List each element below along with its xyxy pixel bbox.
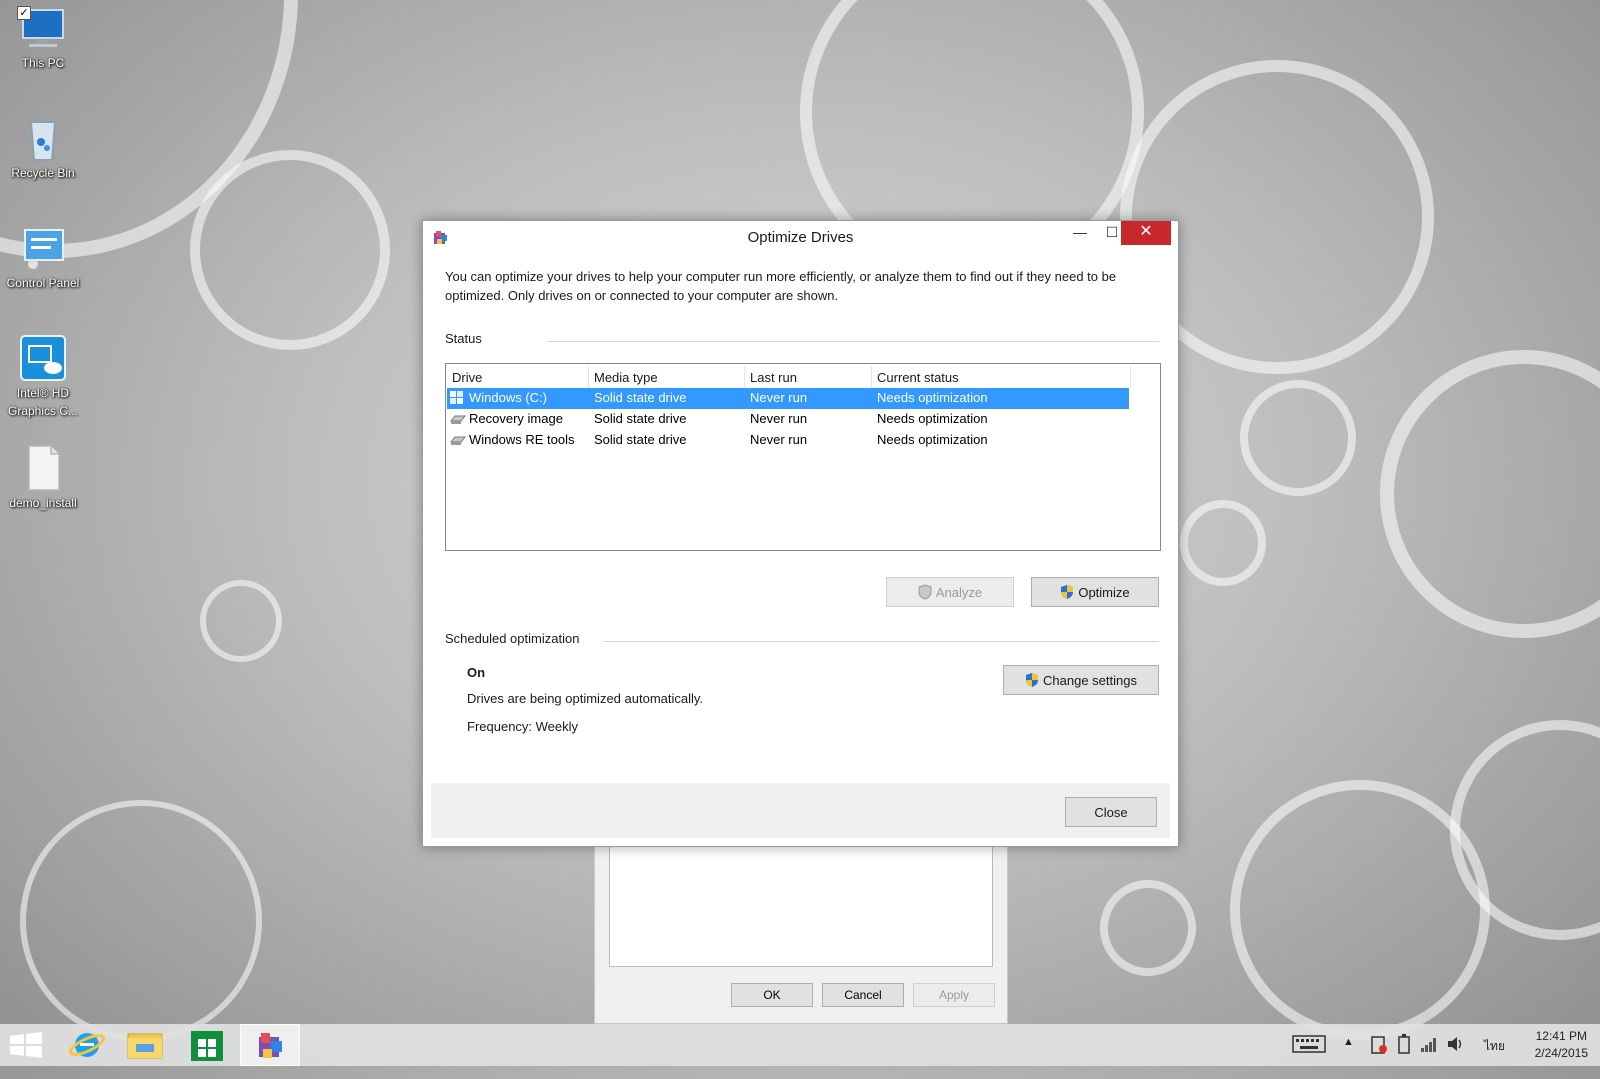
- desktop-icon-label: Control Panel: [6, 276, 80, 290]
- uac-shield-icon: [1025, 669, 1039, 687]
- last-run: Never run: [750, 432, 808, 447]
- media-type: Solid state drive: [594, 432, 687, 447]
- column-header-media-type[interactable]: Media type: [594, 370, 658, 385]
- internet-explorer-icon: [68, 1033, 106, 1057]
- last-run: Never run: [750, 390, 808, 405]
- file-explorer-button[interactable]: [116, 1024, 174, 1066]
- desktop-icon-label: Intel® HD Graphics C...: [7, 386, 79, 418]
- desktop-icon-this-pc[interactable]: This PC: [0, 4, 86, 72]
- schedule-state: On: [467, 665, 486, 680]
- windows-drive-icon: [450, 391, 466, 405]
- change-settings-button[interactable]: Change settings: [1003, 665, 1159, 695]
- drive-list[interactable]: Drive Media type Last run Current status…: [445, 363, 1161, 551]
- description-text: You can optimize your drives to help you…: [445, 269, 1117, 303]
- minimize-button[interactable]: —: [1063, 221, 1097, 245]
- clock[interactable]: 12:41 PM 2/24/2015: [1535, 1028, 1588, 1062]
- desktop-icon-control-panel[interactable]: Control Panel: [0, 224, 86, 292]
- optimize-drives-dialog: Optimize Drives — ☐ ✕ You can optimize y…: [422, 220, 1179, 847]
- control-panel-icon: [19, 224, 67, 272]
- desktop-icon-demo-install[interactable]: demo_install: [0, 444, 86, 512]
- drive-name: Windows RE tools: [469, 432, 575, 447]
- uac-shield-icon: [1060, 581, 1074, 599]
- column-separator: [744, 366, 745, 388]
- power-icon[interactable]: [1396, 1034, 1412, 1076]
- volume-icon[interactable]: [1446, 1034, 1466, 1076]
- taskbar: ▲ ไทย 12:41 PM 2/24/2015: [0, 1024, 1600, 1066]
- store-button[interactable]: [178, 1024, 236, 1066]
- drive-icon: [449, 433, 467, 447]
- table-row[interactable]: Recovery image Solid state drive Never r…: [447, 409, 1129, 430]
- desktop-icon-recycle-bin[interactable]: Recycle Bin: [0, 114, 86, 182]
- column-separator: [1130, 366, 1131, 388]
- last-run: Never run: [750, 411, 808, 426]
- table-row[interactable]: Windows RE tools Solid state drive Never…: [447, 430, 1129, 451]
- recycle-bin-icon: [19, 114, 67, 162]
- touch-keyboard-icon[interactable]: [1292, 1034, 1326, 1076]
- file-icon: [19, 444, 67, 492]
- checkbox-icon[interactable]: ✓: [17, 6, 31, 20]
- internet-explorer-button[interactable]: [58, 1024, 116, 1066]
- action-center-icon[interactable]: [1370, 1035, 1388, 1077]
- title-bar[interactable]: Optimize Drives — ☐ ✕: [423, 221, 1178, 253]
- table-row[interactable]: Windows (C:) Solid state drive Never run…: [447, 388, 1129, 409]
- current-status: Needs optimization: [877, 390, 988, 405]
- show-hidden-icons-button[interactable]: ▲: [1343, 1036, 1354, 1078]
- schedule-description: Drives are being optimized automatically…: [467, 691, 704, 706]
- optimize-label: Optimize: [1078, 585, 1130, 600]
- media-type: Solid state drive: [594, 411, 687, 426]
- uac-shield-icon: [918, 581, 932, 600]
- column-separator: [588, 366, 589, 388]
- column-header-last-run[interactable]: Last run: [750, 370, 797, 385]
- intel-graphics-icon: [19, 334, 67, 382]
- scheduled-section-label: Scheduled optimization: [445, 631, 580, 646]
- status-section-label: Status: [445, 331, 482, 346]
- media-type: Solid state drive: [594, 390, 687, 405]
- schedule-frequency: Frequency: Weekly: [467, 719, 579, 734]
- column-separator: [871, 366, 872, 388]
- store-icon: [191, 1031, 223, 1061]
- optimize-drives-taskbar-button[interactable]: [240, 1024, 300, 1066]
- desktop-icon-intel-graphics[interactable]: Intel® HD Graphics C...: [0, 334, 86, 420]
- column-header-current-status[interactable]: Current status: [877, 370, 959, 385]
- dialog-content: You can optimize your drives to help you…: [423, 253, 1178, 766]
- optimize-button[interactable]: Optimize: [1031, 577, 1159, 607]
- column-header-drive[interactable]: Drive: [452, 370, 482, 385]
- defrag-app-icon: [259, 1033, 282, 1058]
- close-button[interactable]: Close: [1065, 797, 1157, 827]
- drive-icon: [449, 412, 467, 426]
- drive-name: Recovery image: [469, 411, 563, 426]
- apply-button[interactable]: Apply: [913, 983, 995, 1007]
- clock-time: 12:41 PM: [1535, 1029, 1587, 1043]
- folder-icon: [127, 1033, 163, 1059]
- properties-panel: [609, 837, 993, 967]
- divider: [603, 641, 1159, 642]
- drive-name: Windows (C:): [469, 390, 548, 405]
- close-window-button[interactable]: ✕: [1121, 221, 1171, 245]
- dialog-footer: Close: [431, 783, 1170, 838]
- input-language[interactable]: ไทย: [1484, 1037, 1505, 1079]
- change-settings-label: Change settings: [1043, 673, 1137, 688]
- network-icon[interactable]: [1420, 1034, 1438, 1076]
- current-status: Needs optimization: [877, 432, 988, 447]
- properties-dialog: OK Cancel Apply: [594, 832, 1008, 1024]
- clock-date: 2/24/2015: [1534, 1046, 1588, 1060]
- windows-logo-icon: [10, 1032, 42, 1058]
- analyze-label: Analyze: [935, 585, 983, 600]
- desktop-icon-label: Recycle Bin: [11, 166, 75, 180]
- start-button[interactable]: [0, 1024, 58, 1066]
- ok-button[interactable]: OK: [731, 983, 813, 1007]
- cancel-button[interactable]: Cancel: [822, 983, 904, 1007]
- desktop-icon-label: This PC: [21, 56, 65, 70]
- analyze-button[interactable]: Analyze: [886, 577, 1014, 607]
- desktop-icon-label: demo_install: [9, 496, 77, 510]
- divider: [547, 341, 1159, 342]
- current-status: Needs optimization: [877, 411, 988, 426]
